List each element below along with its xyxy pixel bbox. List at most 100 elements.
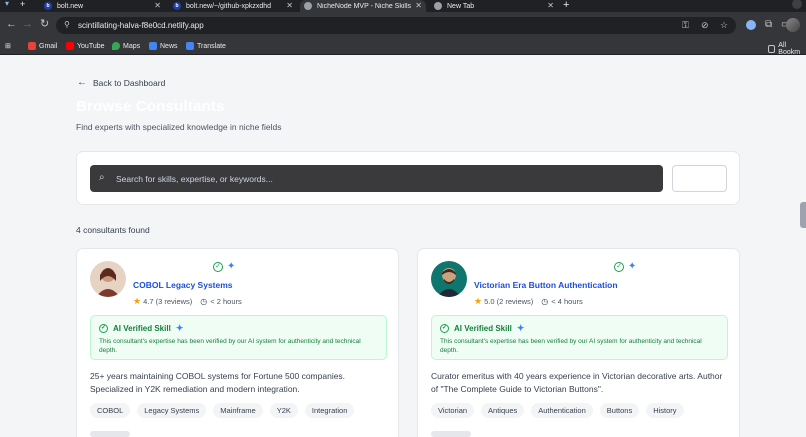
bookmark-label: Translate bbox=[197, 42, 226, 50]
bookmarks-bar: ⊞ Gmail YouTube Maps News Translate All … bbox=[0, 39, 806, 56]
tag[interactable]: Victorian bbox=[431, 403, 475, 418]
verified-title: AI Verified Skill bbox=[454, 324, 512, 333]
page-subtitle: Find experts with specialized knowledge … bbox=[76, 122, 282, 132]
avatar[interactable] bbox=[431, 261, 467, 297]
price-placeholder bbox=[90, 431, 130, 437]
consultant-skill: Victorian Era Button Authentication bbox=[474, 280, 618, 290]
consultant-card[interactable]: Professor Edmund Hartwell ✓ ✦ Victorian … bbox=[417, 248, 740, 437]
ai-verified-banner: ✓ AI Verified Skill ✦ This consultant's … bbox=[431, 315, 728, 360]
bookmark-news[interactable]: News bbox=[149, 42, 178, 50]
verified-check-icon: ✓ bbox=[614, 262, 624, 272]
results-count: 4 consultants found bbox=[76, 225, 150, 235]
extensions-puzzle-icon[interactable]: ⧉ bbox=[765, 19, 772, 30]
globe-icon bbox=[434, 2, 442, 10]
apps-grid-icon[interactable]: ⊞ bbox=[5, 42, 11, 50]
eye-off-icon[interactable]: ⊘ bbox=[701, 20, 709, 31]
tag[interactable]: Mainframe bbox=[213, 403, 263, 418]
profile-avatar[interactable] bbox=[786, 18, 800, 32]
tab-label: New Tab bbox=[447, 2, 475, 10]
rating-value: 4.7 bbox=[143, 297, 154, 306]
tag[interactable]: Integration bbox=[304, 403, 355, 418]
sparkle-icon: ✦ bbox=[628, 261, 637, 272]
verified-description: This consultant's expertise has been ver… bbox=[440, 338, 702, 354]
close-icon[interactable]: ✕ bbox=[547, 1, 554, 10]
response-time: < 4 hours bbox=[551, 297, 583, 306]
news-icon bbox=[149, 42, 157, 50]
window-control[interactable] bbox=[792, 0, 802, 9]
close-icon[interactable]: ✕ bbox=[415, 1, 422, 10]
search-input[interactable] bbox=[116, 171, 646, 186]
consultant-card[interactable]: Margaret Chen ✓ ✦ COBOL Legacy Systems ★… bbox=[76, 248, 399, 437]
tag[interactable]: Buttons bbox=[599, 403, 640, 418]
clock-icon: ◷ bbox=[541, 297, 549, 306]
bookmark-label: All Bookm bbox=[778, 42, 801, 56]
tab-nichenode[interactable]: NicheNode MVP - Niche Skills ✕ bbox=[300, 0, 426, 12]
tab-label: bolt.new/~/github-xpkzxdhd bbox=[186, 2, 272, 10]
chevron-down-icon: ▾ bbox=[5, 0, 10, 8]
close-icon[interactable]: ✕ bbox=[154, 1, 161, 10]
price-placeholder bbox=[431, 431, 471, 437]
forward-arrow-icon[interactable]: → bbox=[22, 19, 33, 30]
verified-check-icon: ✓ bbox=[213, 262, 223, 272]
search-panel: ⌕ bbox=[76, 151, 740, 205]
consultant-name[interactable]: Professor Edmund Hartwell bbox=[474, 263, 605, 274]
verified-check-icon: ✓ bbox=[99, 324, 108, 333]
side-panel-handle[interactable] bbox=[800, 202, 806, 228]
browser-toolbar: ← → ↻ ⚲ scintillating-halva-f8e0cd.netli… bbox=[0, 12, 806, 39]
bookmark-maps[interactable]: Maps bbox=[112, 42, 140, 50]
tag[interactable]: COBOL bbox=[90, 403, 131, 418]
star-bookmark-icon[interactable]: ☆ bbox=[720, 20, 728, 31]
back-label: Back to Dashboard bbox=[93, 77, 166, 88]
tag[interactable]: History bbox=[646, 403, 684, 418]
tag[interactable]: Y2K bbox=[269, 403, 298, 418]
key-icon[interactable]: ⚿ bbox=[682, 20, 689, 31]
translate-icon bbox=[186, 42, 194, 50]
tag[interactable]: Antiques bbox=[481, 403, 525, 418]
avatar[interactable] bbox=[90, 261, 126, 297]
sparkle-icon: ✦ bbox=[175, 323, 184, 333]
address-bar[interactable]: ⚲ scintillating-halva-f8e0cd.netlify.app… bbox=[56, 17, 736, 34]
tag[interactable]: Legacy Systems bbox=[137, 403, 207, 418]
reload-icon[interactable]: ↻ bbox=[40, 19, 49, 30]
close-icon[interactable]: ✕ bbox=[286, 1, 293, 10]
bookmark-translate[interactable]: Translate bbox=[186, 42, 226, 50]
star-icon: ★ bbox=[133, 296, 142, 306]
site-info-icon[interactable]: ⚲ bbox=[64, 20, 70, 29]
extension-icon[interactable] bbox=[746, 20, 756, 30]
response-time: < 2 hours bbox=[210, 297, 242, 306]
new-tab-icon[interactable]: + bbox=[563, 0, 569, 11]
consultant-description: Curator emeritus with 40 years experienc… bbox=[431, 371, 723, 394]
page-content: ← Back to Dashboard Browse Consultants F… bbox=[0, 56, 806, 437]
consultant-meta: ★ 4.7 (3 reviews) ◷ < 2 hours bbox=[133, 296, 242, 307]
back-to-dashboard-link[interactable]: ← Back to Dashboard bbox=[77, 77, 165, 88]
consultant-description: 25+ years maintaining COBOL systems for … bbox=[90, 371, 346, 394]
bookmark-label: News bbox=[160, 42, 178, 50]
address-url[interactable]: scintillating-halva-f8e0cd.netlify.app bbox=[78, 21, 204, 30]
sparkle-icon: ✦ bbox=[516, 323, 525, 333]
bookmark-youtube[interactable]: YouTube bbox=[66, 42, 105, 50]
back-arrow-icon[interactable]: ← bbox=[6, 19, 17, 30]
folder-icon bbox=[768, 45, 776, 53]
consultant-skill: COBOL Legacy Systems bbox=[133, 280, 233, 290]
verified-check-icon: ✓ bbox=[440, 324, 449, 333]
bookmark-label: YouTube bbox=[77, 42, 105, 50]
bookmark-all-bookmarks[interactable]: All Bookm bbox=[768, 42, 806, 56]
search-field[interactable]: ⌕ bbox=[90, 165, 663, 192]
tab-new-tab[interactable]: New Tab ✕ bbox=[430, 0, 558, 12]
sparkle-icon: ✦ bbox=[227, 261, 236, 272]
tab-search-button[interactable]: ▾ + bbox=[0, 0, 38, 12]
globe-icon bbox=[304, 2, 312, 10]
tab-label: NicheNode MVP - Niche Skills bbox=[317, 2, 412, 10]
filter-select[interactable] bbox=[672, 165, 727, 192]
gmail-icon bbox=[28, 42, 36, 50]
rating-value: 5.0 bbox=[484, 297, 495, 306]
tab-bolt-github[interactable]: b bolt.new/~/github-xpkzxdhd ✕ bbox=[169, 0, 297, 12]
search-icon: ⌕ bbox=[99, 172, 105, 183]
consultant-name[interactable]: Margaret Chen bbox=[133, 263, 203, 274]
consultant-meta: ★ 5.0 (2 reviews) ◷ < 4 hours bbox=[474, 296, 583, 307]
tag[interactable]: Authentication bbox=[531, 403, 593, 418]
arrow-left-icon: ← bbox=[77, 77, 87, 88]
youtube-icon bbox=[66, 42, 74, 50]
tab-bolt-new[interactable]: b bolt.new ✕ bbox=[40, 0, 165, 12]
bookmark-gmail[interactable]: Gmail bbox=[28, 42, 57, 50]
